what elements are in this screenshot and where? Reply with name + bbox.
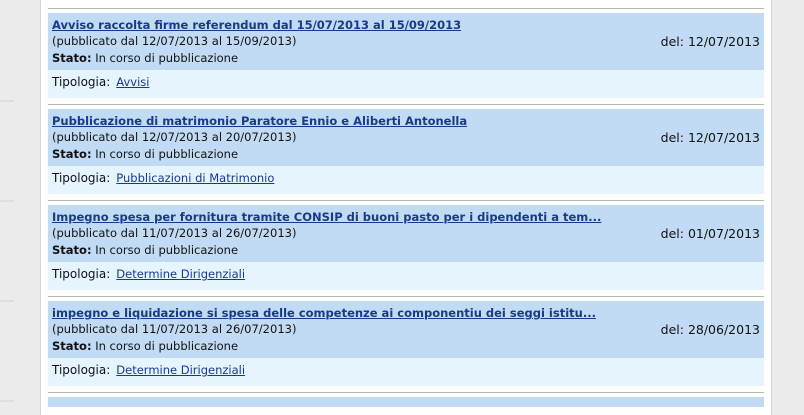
entry-date: del: 12/07/2013 — [660, 130, 760, 145]
left-margin-mark — [0, 100, 14, 102]
entry-status: Stato: In corso di pubblicazione — [52, 146, 760, 162]
entry-period: (pubblicato dal 12/07/2013 al 15/09/2013… — [52, 34, 297, 48]
status-label: Stato: — [52, 51, 92, 65]
entry-header: Pubblicazione di matrimonio Paratore Enn… — [48, 109, 764, 166]
list-item: Impegno spesa per fornitura tramite CONS… — [48, 200, 764, 290]
entry-type-row: Tipologia: Avvisi — [48, 70, 764, 98]
publication-list: Avviso raccolta firme referendum dal 15/… — [48, 8, 764, 407]
next-entry-header — [48, 397, 764, 407]
type-link[interactable]: Determine Dirigenziali — [116, 363, 245, 377]
entry-header: Impegno spesa per fornitura tramite CONS… — [48, 205, 764, 262]
status-label: Stato: — [52, 147, 92, 161]
list-item: Pubblicazione di matrimonio Paratore Enn… — [48, 104, 764, 194]
status-value: In corso di pubblicazione — [95, 339, 239, 353]
entry-type-row: Tipologia: Determine Dirigenziali — [48, 358, 764, 386]
entry-date: del: 01/07/2013 — [660, 226, 760, 241]
entry-date: del: 12/07/2013 — [660, 34, 760, 49]
status-label: Stato: — [52, 243, 92, 257]
entry-date: del: 28/06/2013 — [660, 322, 760, 337]
type-link[interactable]: Determine Dirigenziali — [116, 267, 245, 281]
type-link[interactable]: Avvisi — [116, 75, 149, 89]
entry-period: (pubblicato dal 11/07/2013 al 26/07/2013… — [52, 226, 297, 240]
entry-header: Avviso raccolta firme referendum dal 15/… — [48, 13, 764, 70]
main-content: Avviso raccolta firme referendum dal 15/… — [40, 0, 772, 415]
type-label: Tipologia: — [52, 267, 111, 281]
entry-title-link[interactable]: Avviso raccolta firme referendum dal 15/… — [52, 17, 760, 33]
entry-header: impegno e liquidazione si spesa delle co… — [48, 301, 764, 358]
entry-status: Stato: In corso di pubblicazione — [52, 338, 760, 354]
left-margin-mark — [0, 400, 14, 402]
entry-title-link[interactable]: impegno e liquidazione si spesa delle co… — [52, 305, 760, 321]
status-value: In corso di pubblicazione — [95, 51, 239, 65]
entry-status: Stato: In corso di pubblicazione — [52, 50, 760, 66]
type-label: Tipologia: — [52, 171, 111, 185]
entry-period: (pubblicato dal 11/07/2013 al 26/07/2013… — [52, 322, 297, 336]
left-margin-mark — [0, 200, 14, 202]
page: Avviso raccolta firme referendum dal 15/… — [0, 0, 804, 415]
entry-type-row: Tipologia: Pubblicazioni di Matrimonio — [48, 166, 764, 194]
entry-period: (pubblicato dal 12/07/2013 al 20/07/2013… — [52, 130, 297, 144]
list-item: Avviso raccolta firme referendum dal 15/… — [48, 8, 764, 98]
left-margin-mark — [0, 300, 14, 302]
type-label: Tipologia: — [52, 363, 111, 377]
entry-title-link[interactable]: Pubblicazione di matrimonio Paratore Enn… — [52, 113, 760, 129]
list-item: impegno e liquidazione si spesa delle co… — [48, 296, 764, 386]
entry-title-link[interactable]: Impegno spesa per fornitura tramite CONS… — [52, 209, 760, 225]
type-link[interactable]: Pubblicazioni di Matrimonio — [116, 171, 274, 185]
status-value: In corso di pubblicazione — [95, 147, 239, 161]
entry-type-row: Tipologia: Determine Dirigenziali — [48, 262, 764, 290]
type-label: Tipologia: — [52, 75, 111, 89]
status-value: In corso di pubblicazione — [95, 243, 239, 257]
status-label: Stato: — [52, 339, 92, 353]
entry-status: Stato: In corso di pubblicazione — [52, 242, 760, 258]
